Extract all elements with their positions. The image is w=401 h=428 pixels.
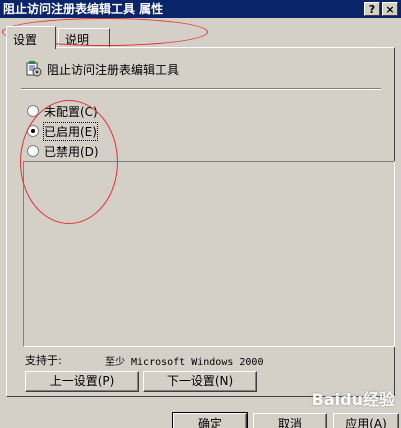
tab-explain-label: 说明 [65, 33, 90, 47]
option-not-configured[interactable]: 未配置(C) [27, 102, 98, 120]
supported-value: 至少 Microsoft Windows 2000 [105, 357, 264, 368]
window-title: 阻止访问注册表编辑工具 属性 [3, 2, 164, 16]
ok-button[interactable]: 确定 [172, 412, 248, 428]
settings-panel: 阻止访问注册表编辑工具 未配置(C) 已启用(E) 已禁用(D) 支持于: 至少… [6, 47, 395, 397]
cancel-button[interactable]: 取消 [253, 413, 327, 428]
next-setting-button[interactable]: 下一设置(N) [143, 371, 257, 392]
supported-label: 支持于: [25, 354, 62, 367]
apply-button[interactable]: 应用(A) [333, 413, 399, 428]
radio-enabled[interactable] [27, 125, 39, 137]
policy-title: 阻止访问注册表编辑工具 [47, 63, 180, 77]
previous-setting-button[interactable]: 上一设置(P) [25, 371, 139, 392]
policy-icon [26, 61, 42, 77]
divider [21, 88, 381, 90]
watermark: Baidu经验 [311, 390, 395, 409]
comment-area[interactable] [23, 161, 395, 347]
option-disabled-label: 已禁用(D) [44, 144, 99, 159]
title-bar: 阻止访问注册表编辑工具 属性 ? × [0, 0, 401, 18]
tab-settings-label: 设置 [13, 33, 38, 47]
title-buttons: ? × [364, 2, 398, 16]
help-button[interactable]: ? [364, 2, 380, 16]
option-not-configured-label: 未配置(C) [44, 104, 98, 119]
tab-settings[interactable]: 设置 [6, 26, 56, 49]
radio-not-configured[interactable] [27, 105, 39, 117]
tab-explain[interactable]: 说明 [58, 28, 110, 48]
policy-header: 阻止访问注册表编辑工具 [25, 58, 179, 78]
option-disabled[interactable]: 已禁用(D) [27, 142, 99, 160]
option-enabled[interactable]: 已启用(E) [27, 121, 98, 141]
option-enabled-label: 已启用(E) [43, 121, 98, 141]
properties-dialog: 阻止访问注册表编辑工具 属性 ? × 设置 说明 阻止访问注册表编辑工具 未配置… [0, 0, 401, 428]
supported-on: 支持于: 至少 Microsoft Windows 2000 [25, 352, 263, 368]
radio-disabled[interactable] [27, 145, 39, 157]
close-button[interactable]: × [382, 2, 398, 16]
